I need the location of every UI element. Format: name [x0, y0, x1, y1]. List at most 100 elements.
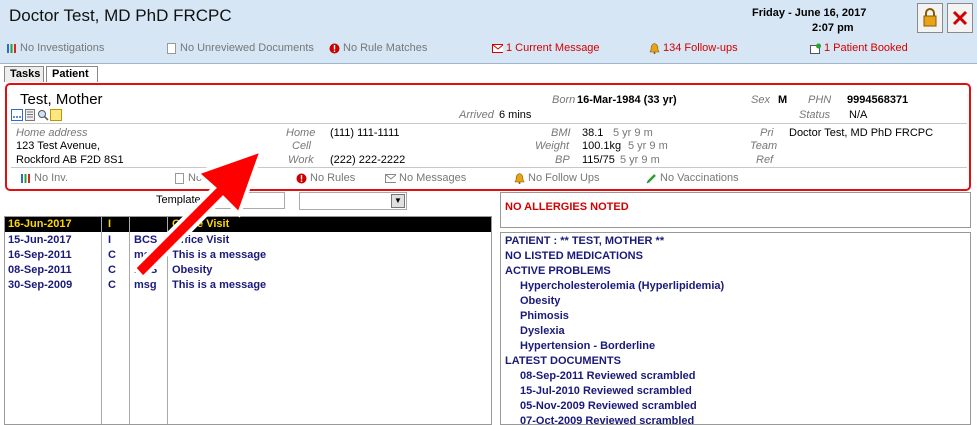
encounter-type: C	[108, 279, 116, 291]
document-item[interactable]: 15-Jul-2010 Reviewed scrambled	[520, 385, 692, 397]
investigations-status[interactable]: No Investigations	[6, 42, 104, 54]
primary-value: Doctor Test, MD PhD FRCPC	[789, 127, 934, 139]
encounter-date: 16-Jun-2017	[8, 218, 72, 230]
born-label: Born	[552, 94, 576, 106]
bp-label: BP	[555, 154, 570, 166]
status-label: Status	[799, 109, 831, 121]
messages-status[interactable]: 1 Current Message	[492, 42, 600, 54]
test-tubes-icon	[7, 43, 16, 53]
encounter-selected-row[interactable]: 16-Jun-2017 I Office Visit	[5, 217, 491, 232]
latest-documents-title: LATEST DOCUMENTS	[505, 355, 621, 367]
documents-label: No Unreviewed Documents	[180, 42, 314, 54]
panel-divider	[11, 123, 967, 124]
patient-messages-status[interactable]: No Messages	[385, 172, 466, 184]
more-icon[interactable]	[11, 109, 23, 121]
patient-docs-status[interactable]: No Docs	[174, 172, 230, 184]
summary-medications: NO LISTED MEDICATIONS	[505, 250, 643, 262]
patient-status-bar: No Inv. No Docs No Rules No Messages No …	[13, 172, 963, 188]
sex-label: Sex	[751, 94, 770, 106]
address-line1: 123 Test Avenue,	[16, 140, 100, 152]
team-label: Team	[750, 140, 778, 152]
encounter-list: 16-Jun-2017 I Office Visit 15-Jun-2017 I…	[4, 216, 492, 425]
weight-value: 100.1kg	[582, 140, 622, 152]
followups-label: 134 Follow-ups	[663, 42, 738, 54]
encounter-row[interactable]: 08-Sep-2011 C BCS Obesity	[5, 263, 491, 278]
allergies-panel: NO ALLERGIES NOTED	[500, 192, 971, 228]
document-item[interactable]: 07-Oct-2009 Reviewed scrambled	[520, 415, 694, 425]
chevron-down-icon[interactable]: ▼	[391, 194, 405, 208]
rules-status[interactable]: No Rule Matches	[329, 42, 427, 54]
search-icon[interactable]	[37, 109, 49, 121]
patient-booked-icon	[810, 43, 821, 54]
phn-value: 9994568371	[847, 94, 909, 106]
templates-input[interactable]	[213, 192, 285, 209]
encounter-description: This is a message	[172, 279, 267, 291]
allergies-text: NO ALLERGIES NOTED	[505, 201, 629, 213]
investigations-label: No Investigations	[20, 42, 105, 54]
document-item[interactable]: 05-Nov-2009 Reviewed scrambled	[520, 400, 697, 412]
patient-name: Test, Mother	[20, 91, 103, 108]
patient-rules-status[interactable]: No Rules	[296, 172, 355, 184]
tab-patient[interactable]: Patient	[46, 66, 98, 82]
sex-value: M	[778, 94, 788, 106]
born-value: 16-Mar-1984 (33 yr)	[577, 94, 677, 106]
encounter-row[interactable]: 30-Sep-2009 C msg This is a message	[5, 278, 491, 293]
document-icon	[175, 172, 184, 184]
notes-icon[interactable]	[24, 109, 36, 121]
lock-button[interactable]	[917, 3, 943, 33]
followups-status[interactable]: 134 Follow-ups	[649, 42, 738, 54]
patient-vaccinations-status[interactable]: No Vaccinations	[646, 172, 739, 184]
patient-toolbar	[11, 109, 62, 121]
column-divider	[129, 217, 130, 424]
bmi-age: 5 yr 9 m	[613, 127, 653, 139]
bp-age: 5 yr 9 m	[620, 154, 660, 166]
documents-status[interactable]: No Unreviewed Documents	[166, 42, 314, 54]
encounter-type: I	[108, 234, 112, 246]
address-line2: Rockford AB F2D 8S1	[16, 154, 124, 166]
encounter-code: BCS	[134, 264, 158, 276]
problem-item[interactable]: Phimosis	[520, 310, 569, 322]
encounter-date: 08-Sep-2011	[8, 264, 72, 276]
patient-followups-status[interactable]: No Follow Ups	[514, 172, 600, 184]
patient-inv-status[interactable]: No Inv.	[20, 172, 68, 184]
problem-item[interactable]: Hypertension - Borderline	[520, 340, 655, 352]
encounter-code: msg	[134, 279, 157, 291]
weight-label: Weight	[535, 140, 570, 152]
problem-item[interactable]: Obesity	[520, 295, 560, 307]
encounter-code: BCS	[134, 234, 158, 246]
envelope-icon	[385, 173, 396, 183]
close-icon	[952, 10, 968, 26]
document-item[interactable]: 08-Sep-2011 Reviewed scrambled	[520, 370, 695, 382]
encounter-code: msg	[134, 249, 157, 261]
templates-dropdown[interactable]: ▼	[299, 192, 407, 210]
booked-status[interactable]: 1 Patient Booked	[810, 42, 908, 54]
bp-value: 115/75	[582, 154, 615, 166]
patient-summary-panel: PATIENT : ** TEST, MOTHER ** NO LISTED M…	[500, 232, 971, 425]
encounter-date: 16-Sep-2011	[8, 249, 72, 261]
encounter-row[interactable]: 16-Sep-2011 C msg This is a message	[5, 248, 491, 263]
problem-item[interactable]: Dyslexia	[520, 325, 565, 337]
primary-label: Pri	[760, 127, 774, 139]
test-tubes-icon	[21, 173, 30, 183]
panel-divider-bottom	[11, 167, 967, 168]
patient-info-panel: Test, Mother Born 16-Mar-1984 (33 yr) Ar…	[5, 83, 971, 191]
column-divider	[101, 217, 102, 424]
envelope-icon	[492, 43, 503, 53]
encounter-date: 15-Jun-2017	[8, 234, 72, 246]
home-phone-value: (111) 111-1111	[330, 127, 400, 139]
encounter-date: 30-Sep-2009	[8, 279, 73, 291]
arrived-value: 6 mins	[499, 109, 532, 121]
lock-icon	[923, 8, 937, 27]
active-problems-title: ACTIVE PROBLEMS	[505, 265, 611, 277]
work-phone-label: Work	[288, 154, 314, 166]
sticky-note-icon[interactable]	[50, 109, 62, 121]
close-button[interactable]	[947, 3, 973, 33]
problem-item[interactable]: Hypercholesterolemia (Hyperlipidemia)	[520, 280, 724, 292]
encounter-description: Obesity	[172, 264, 213, 276]
patient-inv-label: No Inv.	[34, 172, 69, 184]
encounter-row[interactable]: 15-Jun-2017 I BCS Office Visit	[5, 233, 491, 248]
tab-tasks[interactable]: Tasks	[4, 66, 44, 82]
bell-icon	[649, 42, 660, 54]
rules-label: No Rule Matches	[343, 42, 428, 54]
cell-phone-label: Cell	[292, 140, 311, 152]
